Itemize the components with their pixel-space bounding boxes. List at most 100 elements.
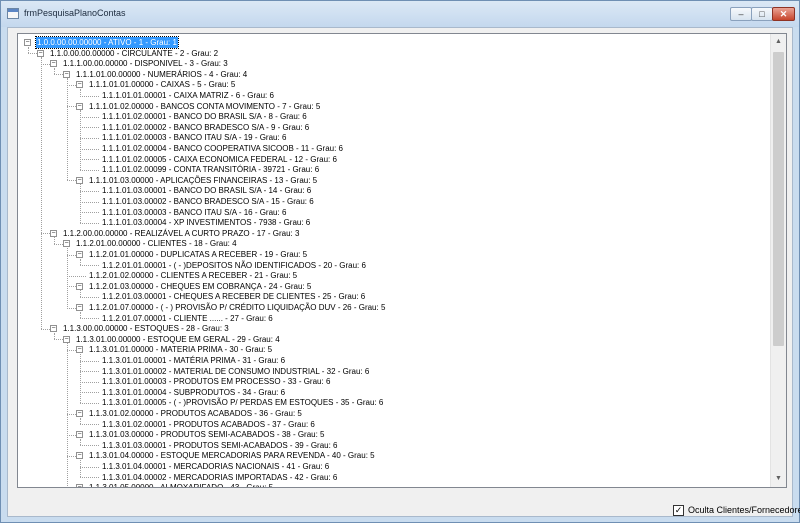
tree-node[interactable]: 1.1.3.01.04.00001 - MERCADORIAS NACIONAI… xyxy=(18,461,758,472)
tree-collapse-icon[interactable]: − xyxy=(76,346,83,354)
tree-node-label[interactable]: 1.1.1.01.00.00000 - NUMERÁRIOS - 4 - Gra… xyxy=(75,69,248,80)
tree-node[interactable]: −1.1.1.01.02.00000 - BANCOS CONTA MOVIME… xyxy=(18,101,758,112)
tree-node[interactable]: − 1.1.3.01.05.00000 - ALMOXARIFADO - 43 -… xyxy=(18,482,758,487)
tree-node-label[interactable]: 1.1.1.01.02.00000 - BANCOS CONTA MOVIMEN… xyxy=(88,101,321,112)
maximize-button[interactable]: □ xyxy=(751,7,773,21)
tree-node-label[interactable]: 1.1.3.01.00.00000 - ESTOQUE EM GERAL - 2… xyxy=(75,334,281,345)
tree-collapse-icon[interactable]: − xyxy=(50,229,57,237)
tree-node[interactable]: 1.1.2.01.03.00001 - CHEQUES A RECEBER DE… xyxy=(18,291,758,302)
tree-collapse-icon[interactable]: − xyxy=(76,410,83,417)
tree-node-label[interactable]: 1.1.0.00.00.00000 - CIRCULANTE - 2 - Gra… xyxy=(49,48,219,59)
title-bar[interactable]: frmPesquisaPlanoContas – □ ✕ xyxy=(1,1,799,27)
tree-collapse-icon[interactable]: − xyxy=(63,335,70,343)
scroll-up-button[interactable]: ▲ xyxy=(771,34,786,50)
tree-collapse-icon[interactable]: − xyxy=(50,60,57,68)
tree-node-label[interactable]: 1.1.3.01.03.00001 - PRODUTOS SEMI-ACABAD… xyxy=(101,440,339,451)
tree-node-label[interactable]: 1.1.1.01.02.00002 - BANCO BRADESCO S/A -… xyxy=(101,122,310,133)
tree-node[interactable]: −1.1.2.01.00.00000 - CLIENTES - 18 - Gra… xyxy=(18,238,758,249)
tree-node-label[interactable]: 1.1.1.01.03.00000 - APLICAÇÕES FINANCEIR… xyxy=(88,175,318,186)
tree-node-label[interactable]: 1.1.1.01.02.00005 - CAIXA ECONOMICA FEDE… xyxy=(101,154,338,165)
tree-node-label[interactable]: 1.1.1.01.03.00003 - BANCO ITAU S/A - 16 … xyxy=(101,207,287,218)
tree-node-label[interactable]: 1.1.2.01.03.00000 - CHEQUES EM COBRANÇA … xyxy=(88,281,312,292)
tree-node-label[interactable]: 1.1.3.01.01.00003 - PRODUTOS EM PROCESSO… xyxy=(101,376,331,387)
tree-collapse-icon[interactable]: − xyxy=(76,431,83,439)
tree-node-label[interactable]: 1.1.1.01.03.00001 - BANCO DO BRASIL S/A … xyxy=(101,185,312,196)
tree-node[interactable]: 1.1.2.01.07.00001 - CLIENTE ...... - 27 … xyxy=(18,313,758,324)
tree-node[interactable]: 1.1.2.01.01.00001 - ( - )DEPOSITOS NÃO I… xyxy=(18,260,758,271)
tree-node-label[interactable]: 1.0.0.00.00.00000 - ATIVO - 1 - Grau: 1 xyxy=(35,36,179,49)
tree-node-label[interactable]: 1.1.3.01.01.00000 - MATERIA PRIMA - 30 -… xyxy=(88,344,273,355)
hide-clients-label[interactable]: Oculta Clientes/Fornecedores xyxy=(688,504,800,517)
tree-node-label[interactable]: 1.1.2.00.00.00000 - REALIZÁVEL A CURTO P… xyxy=(62,228,300,239)
tree-node-label[interactable]: 1.1.3.01.02.00000 - PRODUTOS ACABADOS - … xyxy=(88,408,303,419)
tree-collapse-icon[interactable]: − xyxy=(76,102,83,110)
tree-collapse-icon[interactable]: − xyxy=(76,176,83,184)
tree-node[interactable]: 1.1.1.01.02.00003 - BANCO ITAU S/A - 19 … xyxy=(18,132,758,143)
tree-node-label[interactable]: 1.1.3.01.04.00000 - ESTOQUE MERCADORIAS … xyxy=(88,450,376,461)
tree-node-label[interactable]: 1.1.2.01.01.00000 - DUPLICATAS A RECEBER… xyxy=(88,249,308,260)
tree-node[interactable]: −1.0.0.00.00.00000 - ATIVO - 1 - Grau: 1 xyxy=(18,36,758,49)
tree-node-label[interactable]: 1.1.1.01.01.00000 - CAIXAS - 5 - Grau: 5 xyxy=(88,79,236,90)
tree-node[interactable]: 1.1.1.01.03.00002 - BANCO BRADESCO S/A -… xyxy=(18,196,758,207)
tree-node[interactable]: 1.1.1.01.02.00099 - CONTA TRANSITÓRIA - … xyxy=(18,164,758,175)
tree-node-label[interactable]: 1.1.1.01.01.00001 - CAIXA MATRIZ - 6 - G… xyxy=(101,90,275,101)
tree-node[interactable]: 1.1.2.01.02.00000 - CLIENTES A RECEBER -… xyxy=(18,270,758,281)
tree-node[interactable]: −1.1.1.01.03.00000 - APLICAÇÕES FINANCEI… xyxy=(18,175,758,186)
tree-node-label[interactable]: 1.1.3.01.01.00004 - SUBPRODUTOS - 34 - G… xyxy=(101,387,286,398)
tree-node[interactable]: 1.1.3.01.03.00001 - PRODUTOS SEMI-ACABAD… xyxy=(18,440,758,451)
tree-node[interactable]: −1.1.2.01.03.00000 - CHEQUES EM COBRANÇA… xyxy=(18,281,758,292)
tree-node[interactable]: 1.1.1.01.01.00001 - CAIXA MATRIZ - 6 - G… xyxy=(18,90,758,101)
tree-node[interactable]: 1.1.3.01.02.00001 - PRODUTOS ACABADOS - … xyxy=(18,419,758,430)
tree-node[interactable]: −1.1.2.01.07.00000 - ( - ) PROVISÃO P/ C… xyxy=(18,302,758,313)
tree-node[interactable]: −1.1.3.01.02.00000 - PRODUTOS ACABADOS -… xyxy=(18,408,758,419)
account-tree-view[interactable]: −1.0.0.00.00.00000 - ATIVO - 1 - Grau: 1… xyxy=(17,33,787,488)
minimize-button[interactable]: – xyxy=(730,7,752,21)
tree-node-label[interactable]: 1.1.3.01.01.00005 - ( - )PROVISÃO P/ PER… xyxy=(101,397,384,408)
hide-clients-checkbox[interactable]: ✓ xyxy=(673,505,684,516)
scroll-thumb[interactable] xyxy=(773,52,784,346)
tree-collapse-icon[interactable]: − xyxy=(76,251,83,258)
tree-node-label[interactable]: 1.1.3.01.02.00001 - PRODUTOS ACABADOS - … xyxy=(101,419,316,430)
tree-node-label[interactable]: 1.1.3.01.03.00000 - PRODUTOS SEMI-ACABAD… xyxy=(88,429,326,440)
tree-node-label[interactable]: 1.1.1.01.02.00003 - BANCO ITAU S/A - 19 … xyxy=(101,132,287,143)
tree-node-label[interactable]: 1.1.1.00.00.00000 - DISPONIVEL - 3 - Gra… xyxy=(62,58,229,69)
tree-node-label[interactable]: 1.1.1.01.03.00002 - BANCO BRADESCO S/A -… xyxy=(101,196,315,207)
tree-collapse-icon[interactable]: − xyxy=(76,282,83,290)
tree-node[interactable]: 1.1.1.01.03.00004 - XP INVESTIMENTOS - 7… xyxy=(18,217,758,228)
tree-node[interactable]: −1.1.3.01.00.00000 - ESTOQUE EM GERAL - … xyxy=(18,334,758,345)
vertical-scrollbar[interactable]: ▲ ▼ xyxy=(770,34,786,487)
tree-node-label[interactable]: 1.1.2.01.07.00000 - ( - ) PROVISÃO P/ CR… xyxy=(88,302,386,313)
tree-collapse-icon[interactable]: − xyxy=(63,240,70,248)
tree-node[interactable]: −1.1.1.01.01.00000 - CAIXAS - 5 - Grau: … xyxy=(18,79,758,90)
tree-node-label[interactable]: 1.1.1.01.02.00004 - BANCO COOPERATIVA SI… xyxy=(101,143,344,154)
tree-node-label[interactable]: 1.1.1.01.03.00004 - XP INVESTIMENTOS - 7… xyxy=(101,217,311,228)
tree-node[interactable]: 1.1.3.01.01.00005 - ( - )PROVISÃO P/ PER… xyxy=(18,397,758,408)
tree-node-label[interactable]: 1.1.2.01.02.00000 - CLIENTES A RECEBER -… xyxy=(88,270,298,281)
tree-node[interactable]: 1.1.1.01.02.00001 - BANCO DO BRASIL S/A … xyxy=(18,111,758,122)
tree-node[interactable]: −1.1.3.01.04.00000 - ESTOQUE MERCADORIAS… xyxy=(18,450,758,461)
tree-node[interactable]: 1.1.3.01.04.00002 - MERCADORIAS IMPORTAD… xyxy=(18,472,758,483)
tree-node[interactable]: −1.1.2.01.01.00000 - DUPLICATAS A RECEBE… xyxy=(18,249,758,260)
tree-node[interactable]: 1.1.3.01.01.00003 - PRODUTOS EM PROCESSO… xyxy=(18,376,758,387)
tree-node[interactable]: −1.1.3.01.03.00000 - PRODUTOS SEMI-ACABA… xyxy=(18,429,758,440)
tree-collapse-icon[interactable]: − xyxy=(76,304,83,311)
tree-node[interactable]: −1.1.0.00.00.00000 - CIRCULANTE - 2 - Gr… xyxy=(18,48,758,59)
tree-node-label[interactable]: 1.1.3.01.05.00000 - ALMOXARIFADO - 43 - … xyxy=(88,482,274,487)
tree-node-label[interactable]: 1.1.1.01.02.00001 - BANCO DO BRASIL S/A … xyxy=(101,111,308,122)
tree-node[interactable]: 1.1.1.01.02.00005 - CAIXA ECONOMICA FEDE… xyxy=(18,154,758,165)
tree-node[interactable]: 1.1.1.01.03.00003 - BANCO ITAU S/A - 16 … xyxy=(18,207,758,218)
close-button[interactable]: ✕ xyxy=(772,7,795,21)
tree-node-label[interactable]: 1.1.3.01.04.00001 - MERCADORIAS NACIONAI… xyxy=(101,461,330,472)
tree-node[interactable]: 1.1.1.01.02.00004 - BANCO COOPERATIVA SI… xyxy=(18,143,758,154)
tree-node[interactable]: −1.1.1.01.00.00000 - NUMERÁRIOS - 4 - Gr… xyxy=(18,69,758,80)
tree-collapse-icon[interactable]: − xyxy=(63,70,70,78)
tree-collapse-icon[interactable]: − xyxy=(50,325,57,333)
tree-node[interactable]: 1.1.3.01.01.00004 - SUBPRODUTOS - 34 - G… xyxy=(18,387,758,398)
tree-node[interactable]: 1.1.3.01.01.00001 - MATÉRIA PRIMA - 31 -… xyxy=(18,355,758,366)
tree-node-label[interactable]: 1.1.3.01.04.00002 - MERCADORIAS IMPORTAD… xyxy=(101,472,338,483)
scroll-down-button[interactable]: ▼ xyxy=(771,471,786,487)
tree-node-label[interactable]: 1.1.3.01.01.00002 - MATERIAL DE CONSUMO … xyxy=(101,366,370,377)
tree-node[interactable]: 1.1.1.01.03.00001 - BANCO DO BRASIL S/A … xyxy=(18,185,758,196)
tree-node-label[interactable]: 1.1.2.01.01.00001 - ( - )DEPOSITOS NÃO I… xyxy=(101,260,367,271)
tree-collapse-icon[interactable]: − xyxy=(24,39,31,46)
